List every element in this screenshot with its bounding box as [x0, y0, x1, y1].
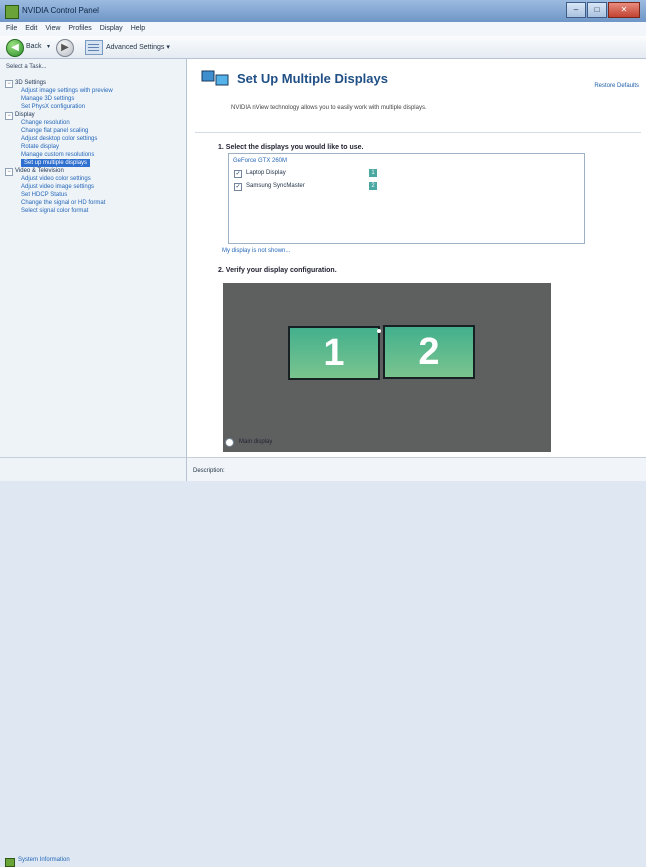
task-sidebar: Select a Task... − 3D Settings Adjust im…: [0, 59, 187, 457]
tree-item-set-physx[interactable]: Set PhysX configuration: [5, 103, 179, 111]
tree-item-label[interactable]: Adjust desktop color settings: [21, 135, 97, 143]
nvidia-app-icon: [5, 5, 19, 19]
maximize-button[interactable]: □: [587, 2, 607, 18]
back-history-chevron-icon[interactable]: ▾: [47, 43, 50, 50]
display-arrangement-area[interactable]: 1 2: [223, 283, 551, 452]
display-row-laptop[interactable]: ✓ Laptop Display 1: [234, 169, 377, 179]
main-display-radio[interactable]: [225, 438, 234, 447]
display-number-badge: 2: [369, 182, 377, 190]
menu-help[interactable]: Help: [131, 22, 145, 36]
monitor-number: 2: [418, 331, 440, 373]
window-title: NVIDIA Control Panel: [22, 6, 99, 15]
menu-edit[interactable]: Edit: [25, 22, 37, 36]
tree-item-label[interactable]: Manage custom resolutions: [21, 151, 94, 159]
menu-display[interactable]: Display: [100, 22, 123, 36]
system-information-icon: [5, 858, 15, 867]
category-label-display[interactable]: Display: [15, 111, 35, 119]
window-controls: – □ ✕: [566, 2, 640, 18]
minimize-button[interactable]: –: [566, 2, 586, 18]
tree-item-change-resolution[interactable]: Change resolution: [5, 119, 179, 127]
toolbar: ◀ Back ▾ ▶ Advanced Settings ▾: [0, 36, 646, 59]
tree-item-video-color[interactable]: Adjust video color settings: [5, 175, 179, 183]
tree-item-label[interactable]: Adjust image settings with preview: [21, 87, 113, 95]
tree-item-set-up-multiple-displays[interactable]: Set up multiple displays: [5, 159, 179, 167]
monitor-1[interactable]: 1: [288, 326, 381, 380]
task-tree: − 3D Settings Adjust image settings with…: [5, 79, 179, 215]
restore-defaults-link[interactable]: Restore Defaults: [594, 83, 639, 89]
gpu-label: GeForce GTX 260M: [233, 158, 288, 164]
tree-item-label[interactable]: Change resolution: [21, 119, 70, 127]
tree-item-label[interactable]: Manage 3D settings: [21, 95, 74, 103]
display-row-samsung[interactable]: ✓ Samsung SyncMaster 2: [234, 182, 377, 192]
description-bar: Description:: [187, 457, 646, 481]
main-display-label: Main display: [239, 439, 273, 445]
back-button-label[interactable]: Back: [26, 43, 42, 50]
monitor-number: 1: [323, 332, 345, 374]
main-content: Set Up Multiple Displays Restore Default…: [187, 59, 646, 457]
tree-item-hdcp-status[interactable]: Set HDCP Status: [5, 191, 179, 199]
primary-display-indicator: [377, 329, 381, 333]
close-button[interactable]: ✕: [608, 2, 640, 18]
tree-item-label-selected[interactable]: Set up multiple displays: [21, 159, 91, 167]
tree-item-signal-format[interactable]: Change the signal or HD format: [5, 199, 179, 207]
advanced-settings-icon[interactable]: [85, 40, 103, 55]
back-arrow-icon[interactable]: ◀: [6, 39, 24, 57]
section-verify-config-title: 2. Verify your display configuration.: [218, 267, 337, 274]
display-selection-box: GeForce GTX 260M ✓ Laptop Display 1 ✓ Sa…: [228, 153, 585, 244]
tree-item-label[interactable]: Adjust video image settings: [21, 183, 94, 191]
display-number-badge: 1: [369, 169, 377, 177]
divider: [195, 132, 641, 133]
display-name: Samsung SyncMaster: [246, 183, 305, 189]
tree-item-label[interactable]: Adjust video color settings: [21, 175, 91, 183]
tree-item-signal-color-format[interactable]: Select signal color format: [5, 207, 179, 215]
description-label: Description:: [193, 468, 225, 474]
forward-arrow-icon[interactable]: ▶: [56, 39, 74, 57]
menu-file[interactable]: File: [6, 22, 17, 36]
display-name: Laptop Display: [246, 170, 286, 176]
tree-item-adjust-image-settings[interactable]: Adjust image settings with preview: [5, 87, 179, 95]
display-title-icon: [201, 70, 229, 86]
sidebar-footer: System Information: [0, 457, 187, 867]
tree-category-display[interactable]: − Display: [5, 111, 179, 120]
tree-item-rotate-display[interactable]: Rotate display: [5, 143, 179, 151]
display-not-shown-link[interactable]: My display is not shown...: [222, 248, 290, 254]
tree-item-label[interactable]: Rotate display: [21, 143, 59, 151]
tree-item-label[interactable]: Select signal color format: [21, 207, 88, 215]
display-checkbox[interactable]: ✓: [234, 183, 242, 191]
system-information-link[interactable]: System Information: [18, 857, 70, 863]
tree-item-video-image[interactable]: Adjust video image settings: [5, 183, 179, 191]
category-label-video-television[interactable]: Video & Television: [15, 167, 64, 175]
tree-category-3d-settings[interactable]: − 3D Settings: [5, 79, 179, 88]
menu-view[interactable]: View: [45, 22, 60, 36]
task-header: Select a Task...: [6, 64, 47, 70]
menu-profiles[interactable]: Profiles: [68, 22, 91, 36]
tree-category-video-television[interactable]: − Video & Television: [5, 167, 179, 176]
tree-item-label[interactable]: Change the signal or HD format: [21, 199, 105, 207]
tree-item-custom-resolutions[interactable]: Manage custom resolutions: [5, 151, 179, 159]
tree-item-label[interactable]: Set PhysX configuration: [21, 103, 85, 111]
monitor-2[interactable]: 2: [383, 325, 475, 379]
tree-item-label[interactable]: Set HDCP Status: [21, 191, 67, 199]
advanced-settings-button[interactable]: Advanced Settings ▾: [106, 43, 170, 51]
tree-item-desktop-color[interactable]: Adjust desktop color settings: [5, 135, 179, 143]
category-label-3d-settings[interactable]: 3D Settings: [15, 79, 46, 87]
page-title: Set Up Multiple Displays: [237, 71, 388, 86]
tree-item-label[interactable]: Change flat panel scaling: [21, 127, 88, 135]
section-select-displays-title: 1. Select the displays you would like to…: [218, 144, 364, 151]
page-description: NVIDIA nView technology allows you to ea…: [231, 105, 427, 111]
window-titlebar[interactable]: NVIDIA Control Panel – □ ✕: [0, 0, 646, 23]
tree-item-flat-panel-scaling[interactable]: Change flat panel scaling: [5, 127, 179, 135]
menu-bar: File Edit View Profiles Display Help: [0, 22, 646, 37]
tree-item-manage-3d-settings[interactable]: Manage 3D settings: [5, 95, 179, 103]
display-checkbox[interactable]: ✓: [234, 170, 242, 178]
